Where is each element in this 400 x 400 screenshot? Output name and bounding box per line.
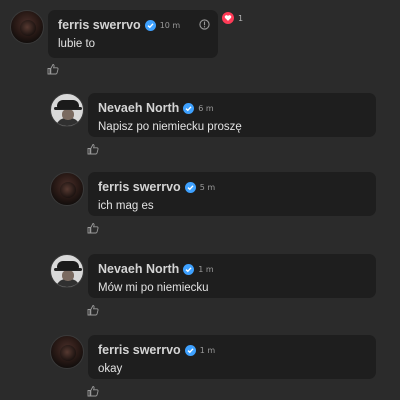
comment-text: Mów mi po niemiecku: [98, 282, 209, 294]
comment-bubble: ferris swerrvo 5 m ich mag es: [88, 172, 376, 216]
author-name[interactable]: Nevaeh North: [98, 262, 179, 276]
author-name[interactable]: ferris swerrvo: [98, 343, 181, 357]
verified-badge-icon: [144, 19, 156, 31]
avatar[interactable]: [10, 10, 44, 44]
comment-text: Napisz po niemiecku proszę: [98, 121, 242, 133]
comment-bubble: ferris swerrvo 1 m okay: [88, 335, 376, 379]
like-icon[interactable]: [47, 63, 59, 75]
avatar[interactable]: [50, 335, 84, 369]
timestamp: 6 m: [198, 103, 214, 113]
avatar[interactable]: [50, 172, 84, 206]
author-name[interactable]: ferris swerrvo: [98, 180, 181, 194]
avatar[interactable]: [50, 254, 84, 288]
info-icon[interactable]: [199, 19, 210, 30]
comment-bubble: Nevaeh North 1 m Mów mi po niemiecku: [88, 254, 376, 298]
author-name[interactable]: ferris swerrvo: [58, 18, 141, 32]
timestamp: 1 m: [199, 345, 216, 355]
like-icon[interactable]: [87, 385, 99, 397]
comment-thread: ferris swerrvo 10 m lubie to 1 Nevaeh No…: [0, 0, 400, 400]
comment-bubble: Nevaeh North 6 m Napisz po niemiecku pro…: [88, 93, 376, 137]
verified-badge-icon: [184, 344, 196, 356]
timestamp: 10 m: [159, 20, 181, 30]
like-icon[interactable]: [87, 143, 99, 155]
comment-text: okay: [98, 363, 123, 375]
comment-text: lubie to: [58, 38, 96, 50]
timestamp: 5 m: [199, 182, 216, 192]
like-icon[interactable]: [87, 222, 99, 234]
comment-bubble: ferris swerrvo 10 m lubie to: [48, 10, 218, 58]
comment-text: ich mag es: [98, 200, 154, 212]
like-icon[interactable]: [87, 304, 99, 316]
reaction[interactable]: 1: [222, 12, 243, 24]
verified-badge-icon: [183, 102, 195, 114]
heart-icon: [222, 12, 234, 24]
avatar[interactable]: [50, 93, 84, 127]
verified-badge-icon: [183, 263, 195, 275]
author-name[interactable]: Nevaeh North: [98, 101, 179, 115]
reaction-count: 1: [238, 13, 244, 23]
timestamp: 1 m: [198, 264, 214, 274]
verified-badge-icon: [184, 181, 196, 193]
